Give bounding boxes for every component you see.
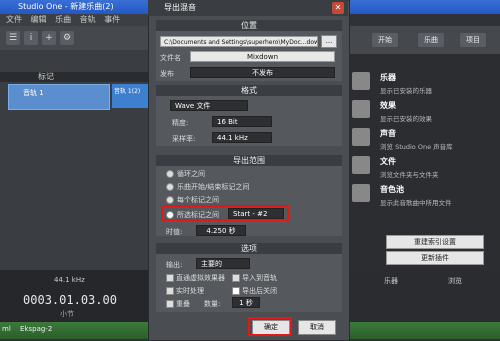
resolution-select[interactable]: 16 Bit: [212, 116, 272, 127]
dialog-title: 导出混音: [164, 3, 196, 12]
format-header: 格式: [156, 85, 342, 96]
update-plugins-button[interactable]: 更新插件: [386, 251, 484, 265]
tab-start[interactable]: 开始: [372, 33, 398, 47]
samplerate-label: 采样率:: [172, 135, 196, 143]
check-label: 导入到音轨: [242, 274, 277, 282]
checkbox[interactable]: [166, 287, 174, 295]
range-option-label: 循环之间: [177, 170, 205, 178]
piano-icon: [352, 72, 370, 90]
output-label: 输出:: [166, 261, 183, 269]
browser-item-title: 乐器: [380, 73, 396, 82]
close-icon[interactable]: ✕: [332, 2, 344, 14]
count-field[interactable]: 1 秒: [232, 297, 260, 308]
browser-item-desc: 显示已安装的乐器: [380, 87, 432, 95]
info-icon[interactable]: i: [24, 31, 38, 45]
time-unit: 小节: [60, 310, 74, 318]
highlight-box: [161, 205, 289, 221]
left-toolbar: ☰ i + ⚙: [0, 26, 148, 50]
browser-item-pool[interactable]: 音色池 显示此音歌曲中所用文件: [352, 184, 495, 207]
range-radio[interactable]: [166, 183, 174, 191]
duration-label: 时值:: [166, 228, 183, 236]
list-icon[interactable]: ☰: [6, 31, 20, 45]
taskbar-item[interactable]: ml: [2, 325, 11, 333]
filename-label: 文件名: [160, 54, 181, 62]
settings-icon[interactable]: ⚙: [60, 31, 74, 45]
check-label: 直通虚拟效果器: [176, 274, 225, 282]
marker-label: 标记: [38, 72, 54, 81]
menu-file[interactable]: 文件: [6, 15, 22, 24]
clip-name: 音轨 1(2): [114, 88, 141, 95]
tab-song[interactable]: 乐曲: [418, 33, 444, 47]
count-label: 数量:: [204, 300, 221, 308]
menu-track[interactable]: 音轨: [80, 15, 96, 24]
check-label: 实时处理: [176, 287, 204, 295]
filename-field[interactable]: Mixdown: [190, 51, 335, 62]
checkbox[interactable]: [166, 274, 174, 282]
range-header: 导出范围: [156, 155, 342, 166]
check-label: 重叠: [176, 300, 190, 308]
browser-item-files[interactable]: 文件 浏览文件夹与文件夹: [352, 156, 495, 179]
audio-clip[interactable]: 音轨 1(2): [112, 84, 148, 108]
browse-button[interactable]: ...: [321, 35, 337, 48]
resolution-label: 精度:: [172, 119, 189, 127]
range-option-label: 每个标记之间: [177, 196, 219, 204]
duration-field[interactable]: 4.250 秒: [196, 225, 246, 236]
browser-item-title: 音色池: [380, 185, 404, 194]
menu-edit[interactable]: 编辑: [31, 15, 47, 24]
browser-item-sounds[interactable]: 声音 浏览 Studio One 声音库: [352, 128, 495, 151]
marker-row: 标记: [0, 72, 148, 82]
track-header[interactable]: 音轨 1: [8, 84, 110, 110]
browser-item-title: 效果: [380, 101, 396, 110]
browser-item-title: 文件: [380, 157, 396, 166]
app-menubar: 文件 编辑 乐曲 音轨 事件: [0, 14, 148, 26]
location-header: 位置: [156, 20, 342, 31]
samplerate-select[interactable]: 44.1 kHz: [212, 132, 272, 143]
track-panel: [0, 50, 148, 270]
checkbox[interactable]: [166, 300, 174, 308]
transport-samplerate: 44.1 kHz: [54, 276, 85, 284]
range-radio[interactable]: [166, 196, 174, 204]
speaker-icon: [352, 128, 370, 146]
browser-item-instruments[interactable]: 乐器 显示已安装的乐器: [352, 72, 495, 95]
browser-item-desc: 浏览文件夹与文件夹: [380, 171, 439, 179]
tab-project[interactable]: 项目: [460, 33, 486, 47]
bottom-browse[interactable]: 浏览: [448, 276, 462, 286]
add-icon[interactable]: +: [42, 31, 56, 45]
range-radio[interactable]: [166, 170, 174, 178]
dialog-titlebar: 导出混音: [148, 0, 348, 16]
checkbox[interactable]: [232, 274, 240, 282]
taskbar-item[interactable]: Ekspag-2: [20, 325, 52, 333]
app-title: Studio One - 新建乐曲(2): [18, 2, 114, 11]
cancel-button[interactable]: 取消: [298, 320, 336, 335]
bottom-instruments[interactable]: 乐器: [384, 276, 398, 286]
menu-event[interactable]: 事件: [104, 15, 120, 24]
format-type-select[interactable]: Wave 文件: [170, 100, 248, 111]
range-option-label: 乐曲开始/结束标记之间: [177, 183, 250, 191]
folder-icon: [352, 156, 370, 174]
time-display: 0003.01.03.00: [23, 293, 117, 307]
browser-item-title: 声音: [380, 129, 396, 138]
browser-item-desc: 显示已安装的效果: [380, 115, 432, 123]
fx-icon: [352, 100, 370, 118]
right-bottom-bar: 乐器 浏览: [348, 270, 500, 322]
right-toolbar: 开始 乐曲 项目: [348, 26, 500, 54]
publish-label: 发布: [160, 70, 174, 78]
publish-select[interactable]: 不发布: [190, 67, 335, 78]
options-header: 选项: [156, 243, 342, 254]
browser-item-effects[interactable]: 效果 显示已安装的效果: [352, 100, 495, 123]
path-field[interactable]: C:\Documents and Settings\superhero\MyDo…: [160, 36, 318, 47]
check-label: 导出后关闭: [242, 287, 277, 295]
checkbox-checked[interactable]: [232, 287, 240, 295]
track-name: 音轨 1: [23, 89, 44, 97]
menu-song[interactable]: 乐曲: [55, 15, 71, 24]
browser-item-desc: 浏览 Studio One 声音库: [380, 143, 453, 151]
pool-icon: [352, 184, 370, 202]
output-select[interactable]: 主要的: [196, 258, 250, 269]
ok-highlight-box: [248, 317, 292, 336]
rebuild-index-button[interactable]: 重建索引设置: [386, 235, 484, 249]
browser-item-desc: 显示此音歌曲中所用文件: [380, 199, 452, 207]
